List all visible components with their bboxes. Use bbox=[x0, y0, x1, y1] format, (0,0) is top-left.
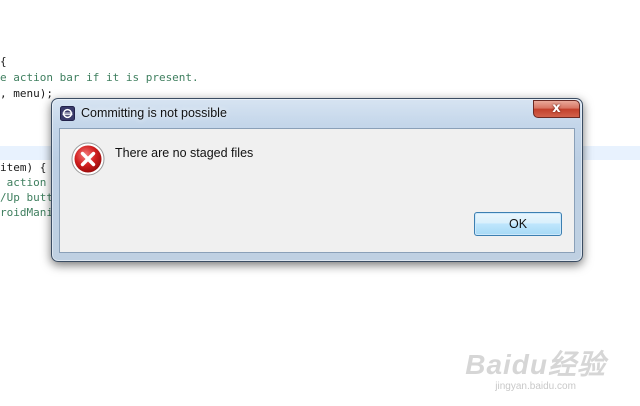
dialog-title: Committing is not possible bbox=[81, 106, 227, 120]
ok-button[interactable]: OK bbox=[474, 212, 562, 236]
watermark: Baidu经验 jingyan.baidu.com bbox=[465, 343, 606, 392]
dialog-titlebar[interactable]: Committing is not possible x bbox=[52, 99, 582, 127]
dialog-content: There are no staged files OK bbox=[59, 128, 575, 253]
code-line: , menu); bbox=[0, 87, 53, 100]
code-line: e action bar if it is present. bbox=[0, 71, 199, 84]
watermark-logo: Baidu经验 bbox=[465, 349, 606, 380]
close-button[interactable]: x bbox=[533, 100, 580, 118]
error-icon bbox=[71, 142, 105, 176]
eclipse-icon bbox=[60, 106, 75, 121]
dialog-message: There are no staged files bbox=[115, 146, 254, 160]
code-line: roidMani bbox=[0, 206, 53, 219]
code-line: { bbox=[0, 55, 7, 68]
code-line: item) { bbox=[0, 161, 47, 174]
code-line: /Up butt bbox=[0, 191, 53, 204]
close-icon: x bbox=[552, 101, 561, 116]
error-dialog: Committing is not possible x There are n… bbox=[51, 98, 583, 262]
code-line: action bbox=[0, 176, 47, 189]
